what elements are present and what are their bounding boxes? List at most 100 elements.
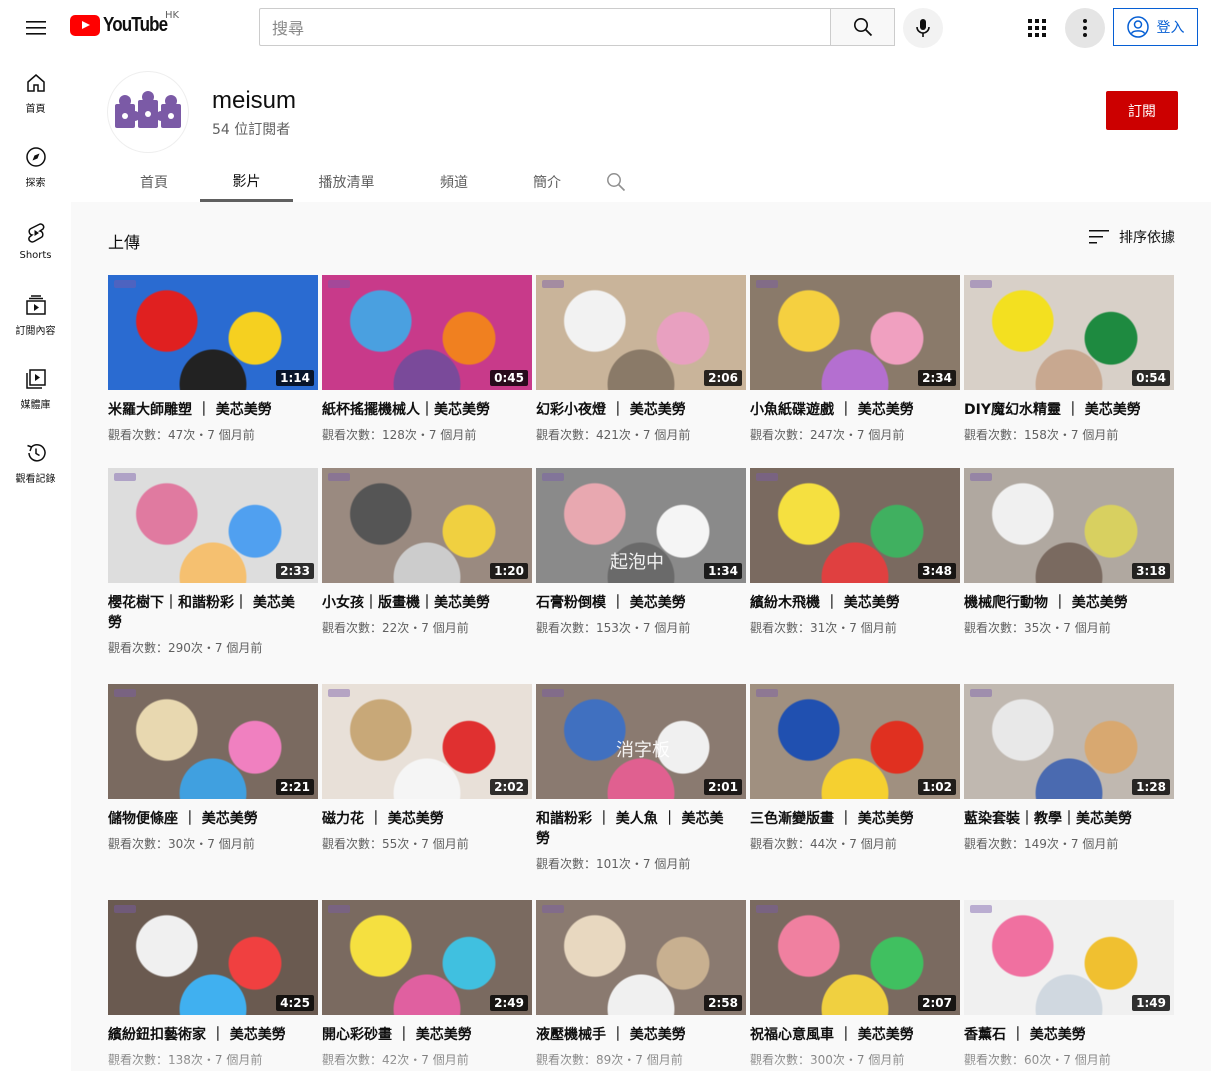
video-title[interactable]: 祝福心意風車 ｜ 美芯美勞 bbox=[750, 1025, 960, 1045]
settings-more-button[interactable] bbox=[1065, 8, 1105, 48]
video-card[interactable]: 1:02 三色漸變版畫 ｜ 美芯美勞 觀看次數：44次・7 個月前 bbox=[750, 684, 960, 853]
video-card[interactable]: 3:48 繽紛木飛機 ｜ 美芯美勞 觀看次數：31次・7 個月前 bbox=[750, 468, 960, 637]
sidebar-item-shorts[interactable]: Shorts bbox=[0, 204, 71, 278]
tab-playlists[interactable]: 播放清單 bbox=[293, 162, 400, 202]
video-thumbnail[interactable]: 2:06 bbox=[536, 275, 746, 390]
video-title[interactable]: 三色漸變版畫 ｜ 美芯美勞 bbox=[750, 809, 960, 829]
sidebar-item-history[interactable]: 觀看記錄 bbox=[0, 426, 71, 500]
sidebar-item-explore[interactable]: 探索 bbox=[0, 130, 71, 204]
sidebar-item-label: 訂閱內容 bbox=[15, 325, 56, 337]
sidebar-item-home[interactable]: 首頁 bbox=[0, 56, 71, 130]
video-title[interactable]: 磁力花 ｜ 美芯美勞 bbox=[322, 809, 532, 829]
main-content: 上傳 排序依據 1:14 米羅大師雕塑 ｜ 美芯美勞 觀看次數：47次・7 個月前 0… bbox=[71, 202, 1211, 1071]
video-title[interactable]: 小女孩｜版畫機｜美芯美勞 bbox=[322, 593, 532, 613]
video-thumbnail[interactable]: 起泡中 1:34 bbox=[536, 468, 746, 583]
video-title[interactable]: 液壓機械手 ｜ 美芯美勞 bbox=[536, 1025, 746, 1045]
tab-videos[interactable]: 影片 bbox=[200, 162, 293, 202]
video-card[interactable]: 3:18 機械爬行動物 ｜ 美芯美勞 觀看次數：35次・7 個月前 bbox=[964, 468, 1174, 637]
video-thumbnail[interactable]: 2:34 bbox=[750, 275, 960, 390]
video-thumbnail[interactable]: 3:18 bbox=[964, 468, 1174, 583]
video-thumbnail[interactable]: 2:21 bbox=[108, 684, 318, 799]
video-card[interactable]: 2:49 開心彩砂畫 ｜ 美芯美勞觀看次數：42次・7 個月前 bbox=[322, 900, 532, 1069]
youtube-logo[interactable]: YouTube HK bbox=[70, 10, 179, 37]
video-metadata: 觀看次數：101次・7 個月前 bbox=[536, 857, 691, 871]
video-thumbnail[interactable]: 3:48 bbox=[750, 468, 960, 583]
video-thumbnail[interactable]: 0:54 bbox=[964, 275, 1174, 390]
video-title[interactable]: 米羅大師雕塑 ｜ 美芯美勞 bbox=[108, 400, 318, 420]
watermark-logo bbox=[970, 473, 992, 481]
video-card[interactable]: 1:20 小女孩｜版畫機｜美芯美勞 觀看次數：22次・7 個月前 bbox=[322, 468, 532, 637]
video-title[interactable]: DIY魔幻水精靈 ｜ 美芯美勞 bbox=[964, 400, 1174, 420]
video-title[interactable]: 繽紛鈕扣藝術家 ｜ 美芯美勞 bbox=[108, 1025, 318, 1045]
video-card[interactable]: 2:06 幻彩小夜燈 ｜ 美芯美勞 觀看次數：421次・7 個月前 bbox=[536, 275, 746, 444]
video-card[interactable]: 2:07 祝福心意風車 ｜ 美芯美勞 觀看次數：300次・7 個月前 bbox=[750, 900, 960, 1069]
video-card[interactable]: 1:49 香薰石 ｜ 美芯美勞 觀看次數：60次・7 個月前 bbox=[964, 900, 1174, 1069]
sidebar: 首頁 探索 Shorts 訂閱內容 媒體庫 觀看記錄 bbox=[0, 56, 71, 1071]
video-card[interactable]: 2:58 液壓機械手 ｜ 美芯美勞 觀看次數：89次・7 個月前 bbox=[536, 900, 746, 1069]
subscribe-button[interactable]: 訂閱 bbox=[1106, 91, 1178, 130]
video-thumbnail[interactable]: 4:25 bbox=[108, 900, 318, 1015]
video-metadata: 觀看次數：138次・7 個月前 bbox=[108, 1053, 263, 1067]
watermark-logo bbox=[756, 473, 778, 481]
subscriber-count: 54 位訂閱者 bbox=[212, 122, 291, 138]
video-thumbnail[interactable]: 消字板 2:01 bbox=[536, 684, 746, 799]
video-thumbnail[interactable]: 2:49 bbox=[322, 900, 532, 1015]
video-title[interactable]: 紙杯搖擺機械人｜美芯美勞 bbox=[322, 400, 532, 420]
video-card[interactable]: 起泡中 1:34 石膏粉倒模 ｜ 美芯美勞 觀看次數：153次・7 個月前 bbox=[536, 468, 746, 637]
channel-search-button[interactable] bbox=[586, 162, 646, 202]
sidebar-item-library[interactable]: 媒體庫 bbox=[0, 352, 71, 426]
sidebar-item-subscriptions[interactable]: 訂閱內容 bbox=[0, 278, 71, 352]
video-thumbnail[interactable]: 2:58 bbox=[536, 900, 746, 1015]
video-title[interactable]: 儲物便條座 ｜ 美芯美勞 bbox=[108, 809, 318, 829]
video-thumbnail[interactable]: 1:49 bbox=[964, 900, 1174, 1015]
video-card[interactable]: 0:45 紙杯搖擺機械人｜美芯美勞 觀看次數：128次・7 個月前 bbox=[322, 275, 532, 444]
video-title[interactable]: 櫻花樹下｜和諧粉彩｜ 美芯美勞 bbox=[108, 593, 318, 633]
voice-search-button[interactable] bbox=[903, 8, 943, 48]
search-button[interactable] bbox=[830, 8, 895, 46]
library-icon bbox=[25, 368, 46, 389]
video-thumbnail[interactable]: 2:02 bbox=[322, 684, 532, 799]
channel-header: meisum 54 位訂閱者 訂閱 首頁 影片 播放清單 頻道 簡介 bbox=[71, 56, 1211, 202]
video-metadata: 觀看次數：42次・7 個月前 bbox=[322, 1053, 469, 1067]
video-card[interactable]: 2:02 磁力花 ｜ 美芯美勞 觀看次數：55次・7 個月前 bbox=[322, 684, 532, 853]
video-title[interactable]: 小魚紙碟遊戲 ｜ 美芯美勞 bbox=[750, 400, 960, 420]
tab-home[interactable]: 首頁 bbox=[108, 162, 200, 202]
watermark-logo bbox=[970, 280, 992, 288]
video-card[interactable]: 1:28 藍染套裝｜教學｜美芯美勞 觀看次數：149次・7 個月前 bbox=[964, 684, 1174, 853]
video-duration: 2:06 bbox=[704, 370, 742, 386]
video-duration: 2:33 bbox=[276, 563, 314, 579]
video-thumbnail[interactable]: 1:28 bbox=[964, 684, 1174, 799]
tab-channels[interactable]: 頻道 bbox=[400, 162, 508, 202]
video-card[interactable]: 2:33 櫻花樹下｜和諧粉彩｜ 美芯美勞 觀看次數：290次・7 個月前 bbox=[108, 468, 318, 657]
video-thumbnail[interactable]: 1:20 bbox=[322, 468, 532, 583]
video-title[interactable]: 繽紛木飛機 ｜ 美芯美勞 bbox=[750, 593, 960, 613]
video-title[interactable]: 機械爬行動物 ｜ 美芯美勞 bbox=[964, 593, 1174, 613]
video-card[interactable]: 消字板 2:01 和諧粉彩 ｜ 美人魚 ｜ 美芯美勞觀看次數：101次・7 個月前 bbox=[536, 684, 746, 873]
video-card[interactable]: 2:21 儲物便條座 ｜ 美芯美勞 觀看次數：30次・7 個月前 bbox=[108, 684, 318, 853]
video-card[interactable]: 1:14 米羅大師雕塑 ｜ 美芯美勞 觀看次數：47次・7 個月前 bbox=[108, 275, 318, 444]
apps-button[interactable] bbox=[1017, 8, 1057, 48]
video-title[interactable]: 幻彩小夜燈 ｜ 美芯美勞 bbox=[536, 400, 746, 420]
search-input[interactable]: 搜尋 bbox=[259, 8, 831, 46]
video-thumbnail[interactable]: 1:14 bbox=[108, 275, 318, 390]
menu-button[interactable] bbox=[16, 8, 56, 48]
video-duration: 2:21 bbox=[276, 779, 314, 795]
video-card[interactable]: 0:54 DIY魔幻水精靈 ｜ 美芯美勞 觀看次數：158次・7 個月前 bbox=[964, 275, 1174, 444]
tab-about[interactable]: 簡介 bbox=[508, 162, 586, 202]
video-card[interactable]: 2:34 小魚紙碟遊戲 ｜ 美芯美勞 觀看次數：247次・7 個月前 bbox=[750, 275, 960, 444]
video-title[interactable]: 和諧粉彩 ｜ 美人魚 ｜ 美芯美勞 bbox=[536, 809, 746, 849]
video-card[interactable]: 4:25 繽紛鈕扣藝術家 ｜ 美芯美勞觀看次數：138次・7 個月前 bbox=[108, 900, 318, 1069]
video-title[interactable]: 香薰石 ｜ 美芯美勞 bbox=[964, 1025, 1174, 1045]
video-thumbnail[interactable]: 2:33 bbox=[108, 468, 318, 583]
video-title[interactable]: 石膏粉倒模 ｜ 美芯美勞 bbox=[536, 593, 746, 613]
video-thumbnail[interactable]: 2:07 bbox=[750, 900, 960, 1015]
video-title[interactable]: 藍染套裝｜教學｜美芯美勞 bbox=[964, 809, 1174, 829]
channel-name: meisum bbox=[212, 87, 297, 114]
video-title[interactable]: 開心彩砂畫 ｜ 美芯美勞 bbox=[322, 1025, 532, 1045]
sort-button[interactable]: 排序依據 bbox=[1089, 227, 1175, 247]
video-thumbnail[interactable]: 1:02 bbox=[750, 684, 960, 799]
channel-avatar[interactable] bbox=[108, 72, 188, 152]
video-thumbnail[interactable]: 0:45 bbox=[322, 275, 532, 390]
sidebar-item-label: 探索 bbox=[25, 177, 46, 189]
sign-in-button[interactable]: 登入 bbox=[1113, 8, 1198, 46]
